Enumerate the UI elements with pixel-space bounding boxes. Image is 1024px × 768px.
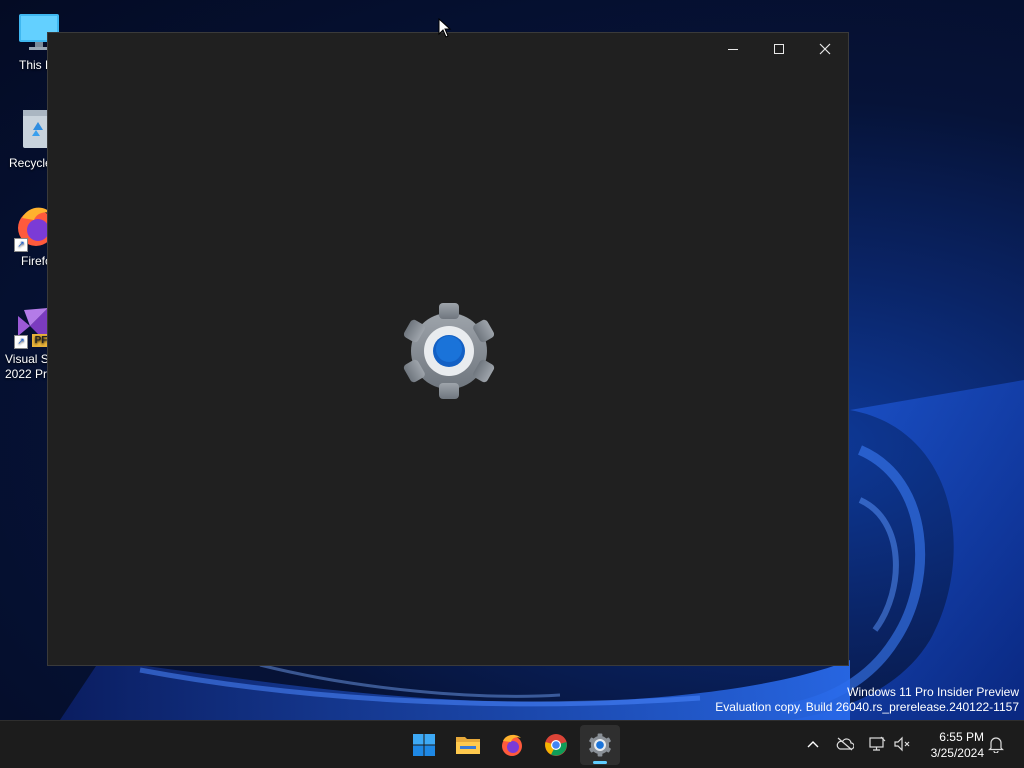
active-app-indicator	[593, 761, 607, 764]
chevron-up-icon	[807, 741, 819, 748]
minimize-icon	[728, 49, 738, 50]
onedrive-offline-icon	[836, 737, 854, 751]
taskbar-settings[interactable]	[580, 725, 620, 765]
taskbar-file-explorer[interactable]	[448, 725, 488, 765]
network-button[interactable]	[866, 733, 888, 755]
settings-gear-icon	[589, 733, 611, 757]
chrome-icon	[545, 734, 567, 756]
show-hidden-icons-button[interactable]	[802, 733, 824, 755]
onedrive-button[interactable]	[834, 733, 856, 755]
volume-button[interactable]	[891, 733, 913, 755]
watermark-line1: Windows 11 Pro Insider Preview	[847, 685, 1019, 699]
taskbar-firefox[interactable]	[492, 725, 532, 765]
os-watermark: Windows 11 Pro Insider Preview Evaluatio…	[715, 685, 1019, 715]
firefox-icon	[502, 734, 522, 756]
minimize-button[interactable]	[710, 33, 756, 65]
network-icon	[869, 736, 886, 751]
close-icon	[819, 43, 831, 55]
mouse-cursor-icon	[438, 17, 452, 43]
notification-button[interactable]	[985, 733, 1007, 755]
folder-icon	[456, 737, 480, 754]
shortcut-arrow-icon: ↗	[14, 335, 28, 349]
shortcut-arrow-icon: ↗	[14, 238, 28, 252]
clock-time: 6:55 PM	[939, 730, 984, 744]
bell-icon	[988, 737, 1004, 753]
windows-logo-icon	[413, 734, 435, 756]
close-button[interactable]	[802, 33, 848, 65]
watermark-line2: Evaluation copy. Build 26040.rs_prerelea…	[715, 700, 1019, 714]
maximize-icon	[774, 44, 784, 54]
taskbar-clock[interactable]: 6:55 PM 3/25/2024	[918, 729, 984, 761]
volume-muted-icon	[894, 736, 910, 752]
settings-window[interactable]	[47, 32, 849, 666]
settings-gear-icon	[399, 301, 499, 401]
start-button[interactable]	[404, 725, 444, 765]
maximize-button[interactable]	[756, 33, 802, 65]
taskbar: 6:55 PM 3/25/2024	[0, 720, 1024, 768]
taskbar-chrome[interactable]	[536, 725, 576, 765]
clock-date: 3/25/2024	[930, 746, 984, 760]
